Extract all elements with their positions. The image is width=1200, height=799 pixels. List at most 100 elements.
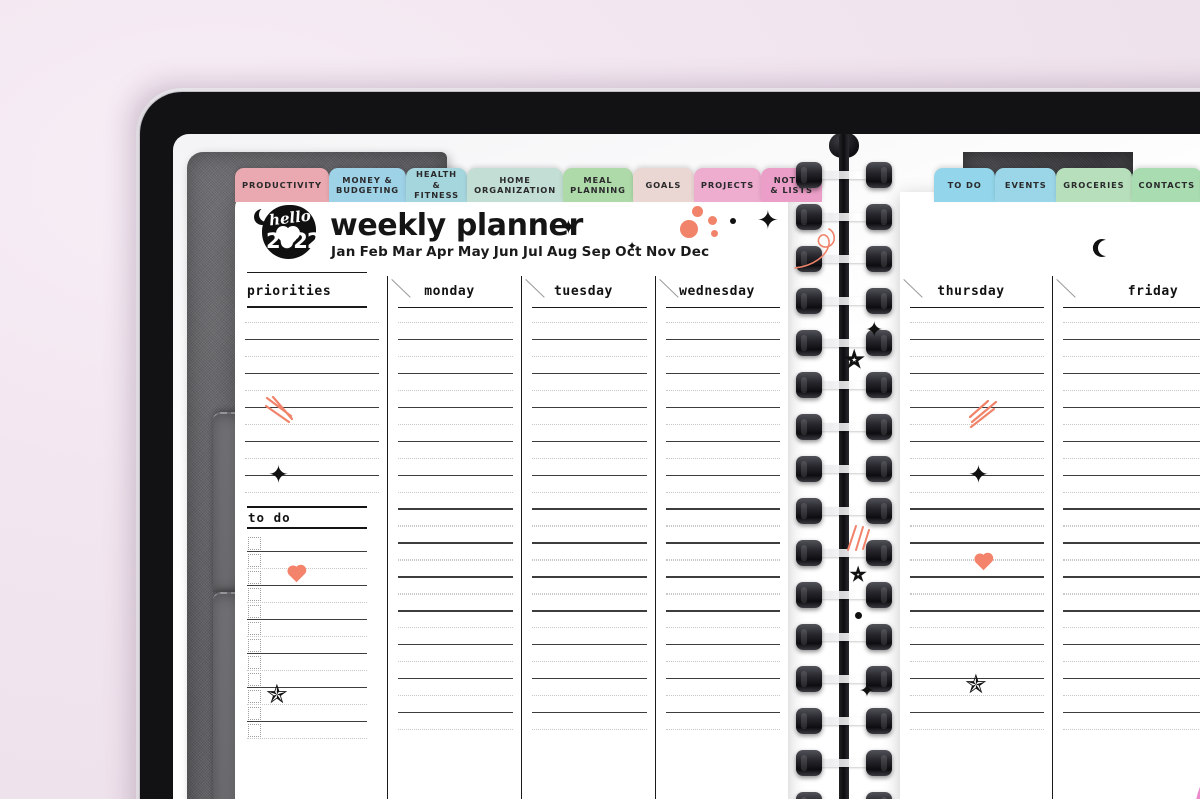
todo-line[interactable] [247,704,367,705]
todo-checkbox[interactable] [248,673,261,686]
writing-line[interactable] [910,509,1044,510]
todo-checkbox[interactable] [248,707,261,720]
writing-line[interactable] [532,678,647,679]
writing-line[interactable] [666,559,780,560]
writing-line[interactable] [910,729,1044,730]
writing-line[interactable] [532,712,647,713]
writing-line[interactable] [910,339,1044,340]
todo-checkbox[interactable] [248,639,261,652]
writing-line[interactable] [910,407,1044,408]
writing-line[interactable] [910,610,1044,611]
writing-line[interactable] [398,407,513,408]
writing-line[interactable] [398,729,513,730]
writing-line[interactable] [398,373,513,374]
writing-line[interactable] [666,661,780,662]
writing-line[interactable] [666,542,780,543]
writing-line[interactable] [245,475,379,476]
todo-line[interactable] [247,568,367,569]
writing-line[interactable] [666,322,780,323]
writing-line[interactable] [666,390,780,391]
writing-line[interactable] [666,610,780,611]
writing-line[interactable] [398,508,513,509]
writing-line[interactable] [666,492,780,493]
todo-checkbox[interactable] [248,605,261,618]
planner-tab-strip[interactable]: PRODUCTIVITY MONEY & BUDGETING HEALTH & FI… [173,162,1200,202]
todo-checkbox[interactable] [248,690,261,703]
writing-line[interactable] [532,576,647,577]
writing-line[interactable] [1063,559,1200,560]
writing-line[interactable] [398,661,513,662]
writing-line[interactable] [245,339,379,340]
writing-line[interactable] [398,543,513,544]
writing-line[interactable] [398,577,513,578]
writing-line[interactable] [910,559,1044,560]
writing-line[interactable] [532,627,647,628]
todo-checkbox[interactable] [248,724,261,737]
writing-line[interactable] [1063,560,1200,561]
writing-line[interactable] [398,526,513,527]
month-sep[interactable]: Sep [582,244,611,260]
writing-line[interactable] [910,475,1044,476]
writing-line[interactable] [666,373,780,374]
writing-line[interactable] [910,543,1044,544]
month-aug[interactable]: Aug [547,244,578,260]
writing-line[interactable] [666,407,780,408]
writing-line[interactable] [1063,509,1200,510]
month-selector[interactable]: Jan Feb Mar Apr May Jun Jul Aug Sep Oct Nov Dec [331,244,713,260]
writing-line[interactable] [398,441,513,442]
tab-meal-planning[interactable]: MEAL PLANNING [563,168,633,202]
writing-line[interactable] [532,610,647,611]
writing-line[interactable] [398,560,513,561]
writing-line[interactable] [532,661,647,662]
writing-line[interactable] [1063,593,1200,594]
month-nov[interactable]: Nov [646,244,676,260]
month-jun[interactable]: Jun [494,244,519,260]
writing-line[interactable] [398,644,513,645]
writing-line[interactable] [666,560,780,561]
writing-line[interactable] [1063,627,1200,628]
writing-line[interactable] [910,712,1044,713]
todo-line[interactable] [247,653,367,654]
writing-line[interactable] [910,542,1044,543]
writing-line[interactable] [666,644,780,645]
writing-line[interactable] [1063,695,1200,696]
writing-line[interactable] [910,593,1044,594]
writing-line[interactable] [532,729,647,730]
writing-line[interactable] [398,610,513,611]
writing-line[interactable] [910,322,1044,323]
todo-line[interactable] [247,619,367,620]
month-jul[interactable]: Jul [523,244,543,260]
writing-line[interactable] [910,576,1044,577]
writing-line[interactable] [532,373,647,374]
tab-to-do[interactable]: TO DO [934,168,996,202]
writing-line[interactable] [532,390,647,391]
writing-line[interactable] [398,492,513,493]
writing-line[interactable] [1063,492,1200,493]
writing-line[interactable] [398,542,513,543]
writing-line[interactable] [666,712,780,713]
writing-line[interactable] [532,458,647,459]
writing-line[interactable] [532,593,647,594]
writing-line[interactable] [666,729,780,730]
writing-line[interactable] [245,322,379,323]
writing-line[interactable] [1063,390,1200,391]
writing-line[interactable] [532,322,647,323]
writing-line[interactable] [398,678,513,679]
writing-line[interactable] [245,356,379,357]
writing-line[interactable] [666,458,780,459]
todo-line[interactable] [247,551,367,552]
tab-projects[interactable]: PROJECTS [693,168,762,202]
writing-line[interactable] [666,678,780,679]
todo-checkbox[interactable] [248,537,261,550]
writing-line[interactable] [1063,678,1200,679]
writing-line[interactable] [666,543,780,544]
writing-line[interactable] [1063,508,1200,509]
writing-line[interactable] [532,594,647,595]
writing-line[interactable] [1063,424,1200,425]
writing-line[interactable] [910,577,1044,578]
month-mar[interactable]: Mar [392,244,422,260]
writing-line[interactable] [398,559,513,560]
tab-health-fitness[interactable]: HEALTH & FITNESS [406,168,468,202]
writing-line[interactable] [398,475,513,476]
writing-line[interactable] [398,695,513,696]
